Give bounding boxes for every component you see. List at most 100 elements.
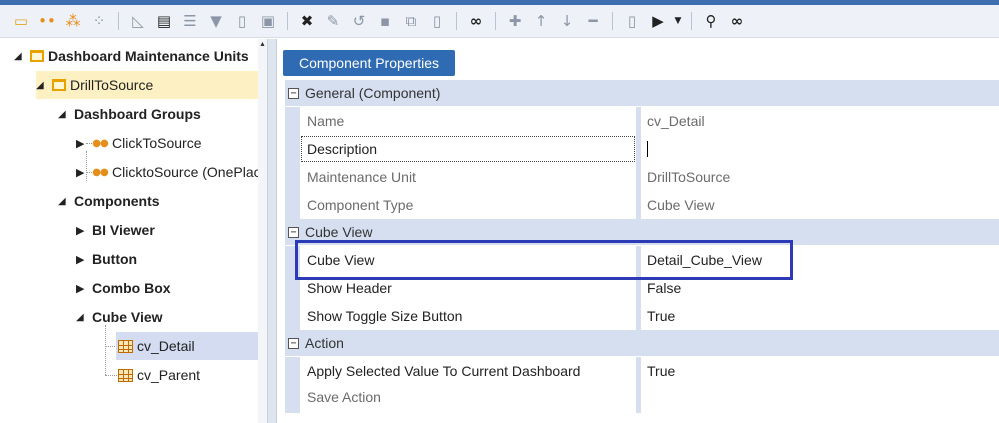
expanded-arrow-icon[interactable]: ◢ xyxy=(76,312,88,323)
category-label: Cube View xyxy=(305,224,373,240)
property-row-show-toggle-size[interactable]: Show Toggle Size Button True xyxy=(285,302,999,330)
tree-node-components[interactable]: ◢ Components xyxy=(58,187,160,215)
property-value[interactable]: Cube View xyxy=(641,191,999,219)
dropdown-icon[interactable]: ▼ xyxy=(673,10,683,32)
property-label: Save Action xyxy=(307,389,381,405)
toolbar-separator xyxy=(287,12,288,30)
run-icon[interactable]: ▶ xyxy=(647,10,669,32)
tree-node-bi-viewer[interactable]: ▶ BI Viewer xyxy=(76,216,155,244)
category-label: Action xyxy=(305,335,344,351)
collapsed-arrow-icon[interactable]: ▶ xyxy=(76,224,88,237)
toolbar-separator xyxy=(118,12,119,30)
clipboard-icon[interactable]: ▯ xyxy=(426,10,448,32)
category-action[interactable]: − Action xyxy=(285,330,999,356)
tree-node-drilltosource[interactable]: ◢ DrillToSource xyxy=(36,71,258,99)
collapsed-arrow-icon[interactable]: ▶ xyxy=(76,137,88,150)
folder-icon xyxy=(52,79,66,91)
panel-splitter[interactable] xyxy=(267,39,277,423)
move-up-icon[interactable]: ↑ xyxy=(530,10,552,32)
tree-node-combo-box[interactable]: ▶ Combo Box xyxy=(76,274,171,302)
tree-node-cv-parent[interactable]: cv_Parent xyxy=(116,361,200,389)
collapsed-arrow-icon[interactable]: ▶ xyxy=(76,166,88,179)
collapse-toggle-icon[interactable]: − xyxy=(288,337,299,349)
property-row-maintenance-unit[interactable]: Maintenance Unit DrillToSource xyxy=(285,163,999,191)
property-label: Name xyxy=(307,113,345,129)
tree-scrollbar[interactable]: ▲ xyxy=(258,39,267,423)
property-row-component-type[interactable]: Component Type Cube View xyxy=(285,191,999,219)
property-value[interactable]: DrillToSource xyxy=(641,163,999,191)
toolbar-separator xyxy=(612,12,613,30)
save-icon[interactable]: ▪ xyxy=(374,10,396,32)
component-properties-tab[interactable]: Component Properties xyxy=(283,50,455,76)
tree-node-label: cv_Parent xyxy=(137,367,201,383)
tree-node-label: Dashboard Maintenance Units xyxy=(48,48,249,64)
category-label: General (Component) xyxy=(305,85,441,101)
tree-connector xyxy=(105,325,106,375)
collapse-toggle-icon[interactable]: − xyxy=(288,87,299,99)
description-input[interactable] xyxy=(641,135,999,163)
tree-node-label: DrillToSource xyxy=(70,77,154,93)
file-icon[interactable]: ▯ xyxy=(621,10,643,32)
add-component-icon[interactable]: ⁘ xyxy=(88,10,110,32)
tree-node-label: Button xyxy=(92,251,138,267)
property-row-description[interactable]: Description xyxy=(285,135,999,163)
dashboard-group-icon[interactable]: •• xyxy=(36,10,58,32)
property-row-apply-selected[interactable]: Apply Selected Value To Current Dashboar… xyxy=(285,357,999,385)
text-caret xyxy=(647,141,648,157)
tree-node-label: ClicktoSource (OnePlace) xyxy=(112,164,262,180)
tree-node-root[interactable]: ◢ Dashboard Maintenance Units xyxy=(14,42,249,70)
tree-node-label: BI Viewer xyxy=(92,222,155,238)
sort-icon[interactable]: ☰ xyxy=(179,10,201,32)
category-general[interactable]: − General (Component) xyxy=(285,80,999,106)
tree-node-dashboard-groups[interactable]: ◢ Dashboard Groups xyxy=(58,100,201,128)
delete-icon[interactable]: ✖ xyxy=(296,10,318,32)
filter-icon[interactable]: ▼ xyxy=(205,10,227,32)
folder-icon xyxy=(30,50,44,62)
object-lookup-icon[interactable]: ⚲ xyxy=(700,10,722,32)
new-dashboard-icon[interactable]: ▭ xyxy=(10,10,32,32)
refresh-icon[interactable]: ↺ xyxy=(348,10,370,32)
property-row-save-action[interactable]: Save Action xyxy=(285,385,999,413)
tree-node-cv-detail[interactable]: cv_Detail xyxy=(116,332,258,360)
add-icon[interactable]: ✚ xyxy=(504,10,526,32)
property-value[interactable]: True xyxy=(641,357,999,385)
dashboard-group-icon: ●● xyxy=(92,166,108,178)
cube-view-icon xyxy=(118,368,133,382)
expanded-arrow-icon[interactable]: ◢ xyxy=(14,51,26,62)
document-icon[interactable]: ▯ xyxy=(231,10,253,32)
annotation-highlight-box xyxy=(295,240,793,280)
tree-node-group-clicktosource-oneplace[interactable]: ▶ ●● ClicktoSource (OnePlace) xyxy=(76,158,262,186)
expanded-arrow-icon[interactable]: ◢ xyxy=(36,80,48,91)
toolbar-separator xyxy=(456,12,457,30)
tree-node-label: cv_Detail xyxy=(137,338,195,354)
expanded-arrow-icon[interactable]: ◢ xyxy=(58,109,70,120)
restore-icon[interactable]: ⧉ xyxy=(400,10,422,32)
chart-icon[interactable]: ◺ xyxy=(127,10,149,32)
property-value[interactable]: cv_Detail xyxy=(641,107,999,135)
collapsed-arrow-icon[interactable]: ▶ xyxy=(76,253,88,266)
table-icon[interactable]: ▤ xyxy=(153,10,175,32)
property-label: Show Toggle Size Button xyxy=(307,308,463,324)
property-row-name[interactable]: Name cv_Detail xyxy=(285,107,999,135)
tree-node-label: Cube View xyxy=(92,309,163,325)
tree-node-label: ClickToSource xyxy=(112,135,202,151)
tree-node-label: Components xyxy=(74,193,160,209)
collapse-toggle-icon[interactable]: − xyxy=(288,226,299,238)
tree-node-group-clicktosource[interactable]: ▶ ●● ClickToSource xyxy=(76,129,201,157)
parameters-icon[interactable]: ⁂ xyxy=(62,10,84,32)
property-label: Maintenance Unit xyxy=(307,169,416,185)
collapsed-arrow-icon[interactable]: ▶ xyxy=(76,282,88,295)
expanded-arrow-icon[interactable]: ◢ xyxy=(58,196,70,207)
edit-icon[interactable]: ✎ xyxy=(322,10,344,32)
scroll-up-arrow-icon[interactable]: ▲ xyxy=(258,41,267,48)
glasses-icon[interactable]: ∞ xyxy=(726,10,748,32)
search-binoculars-icon[interactable]: ∞ xyxy=(465,10,487,32)
tree-node-cube-view[interactable]: ◢ Cube View xyxy=(76,303,163,331)
copy-doc-icon[interactable]: ▣ xyxy=(257,10,279,32)
property-label: Apply Selected Value To Current Dashboar… xyxy=(307,363,581,379)
property-value[interactable] xyxy=(641,385,999,413)
tree-node-button[interactable]: ▶ Button xyxy=(76,245,137,273)
move-down-icon[interactable]: ↓ xyxy=(556,10,578,32)
remove-icon[interactable]: ━ xyxy=(582,10,604,32)
property-value[interactable]: True xyxy=(641,302,999,330)
